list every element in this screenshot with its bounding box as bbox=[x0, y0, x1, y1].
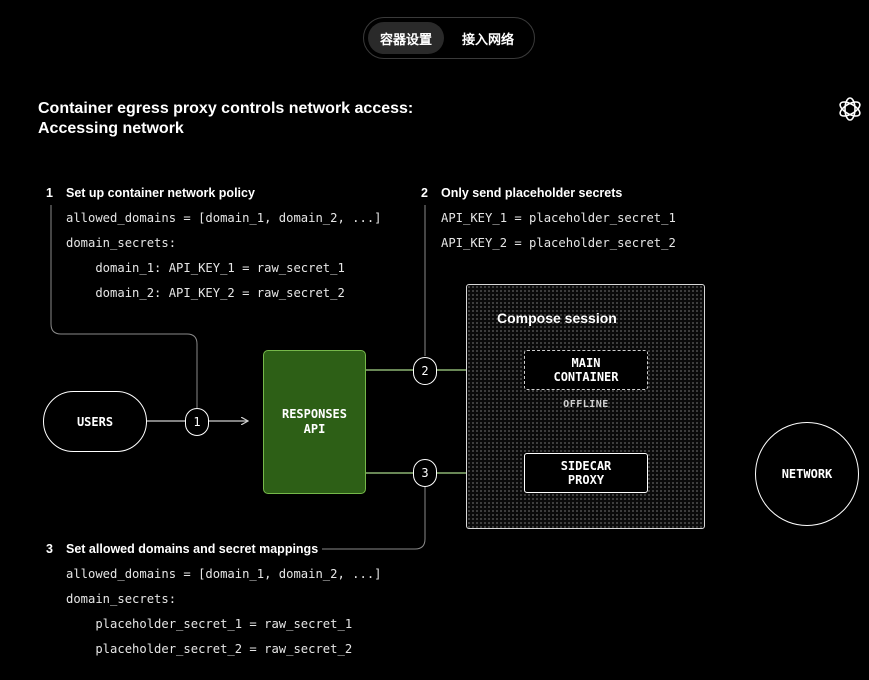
step1-code-line: allowed_domains = [domain_1, domain_2, .… bbox=[66, 211, 382, 225]
main-container-label-line-1: MAIN bbox=[571, 356, 601, 370]
main-container-label-line-2: CONTAINER bbox=[553, 370, 619, 384]
users-label: USERS bbox=[76, 414, 114, 429]
step3-number: 3 bbox=[46, 542, 53, 556]
step1-code-line: domain_secrets: bbox=[66, 236, 177, 250]
step3-code-line: allowed_domains = [domain_1, domain_2, .… bbox=[66, 567, 382, 581]
step2-heading-text: Only send placeholder secrets bbox=[441, 186, 623, 200]
step1-heading-text: Set up container network policy bbox=[66, 186, 255, 200]
network-node: NETWORK bbox=[755, 422, 859, 526]
sidecar-proxy-node: SIDECAR PROXY bbox=[524, 453, 648, 493]
step-badge-2: 2 bbox=[413, 357, 437, 385]
step1-number: 1 bbox=[46, 186, 53, 200]
responses-api-label-line-2: API bbox=[303, 422, 326, 436]
compose-session-title: Compose session bbox=[497, 310, 617, 326]
step1-heading: 1 Set up container network policy bbox=[46, 186, 255, 200]
step3-heading-text: Set allowed domains and secret mappings bbox=[66, 542, 319, 556]
responses-api-node: RESPONSES API bbox=[263, 350, 366, 494]
step3-heading: 3 Set allowed domains and secret mappings bbox=[46, 542, 318, 556]
step1-code-line: domain_2: API_KEY_2 = raw_secret_2 bbox=[66, 286, 345, 300]
main-container-node: MAIN CONTAINER bbox=[524, 350, 648, 390]
step-badge-1: 1 bbox=[185, 408, 209, 436]
step3-connector bbox=[322, 486, 426, 550]
step3-code-line: placeholder_secret_2 = raw_secret_2 bbox=[66, 642, 353, 656]
step2-code-line: API_KEY_1 = placeholder_secret_1 bbox=[441, 211, 676, 225]
sidecar-label-line-2: PROXY bbox=[567, 473, 605, 487]
step3-code-line: placeholder_secret_1 = raw_secret_1 bbox=[66, 617, 353, 631]
sidecar-label-line-1: SIDECAR bbox=[560, 459, 612, 473]
responses-api-label-line-1: RESPONSES bbox=[281, 407, 348, 421]
step2-heading: 2 Only send placeholder secrets bbox=[421, 186, 622, 200]
step1-code-line: domain_1: API_KEY_1 = raw_secret_1 bbox=[66, 261, 345, 275]
step2-number: 2 bbox=[421, 186, 428, 200]
step2-code-line: API_KEY_2 = placeholder_secret_2 bbox=[441, 236, 676, 250]
users-node: USERS bbox=[43, 391, 147, 452]
step3-code-line: domain_secrets: bbox=[66, 592, 177, 606]
main-container-status: OFFLINE bbox=[563, 399, 609, 410]
network-label: NETWORK bbox=[781, 467, 833, 481]
step-badge-3: 3 bbox=[413, 459, 437, 487]
